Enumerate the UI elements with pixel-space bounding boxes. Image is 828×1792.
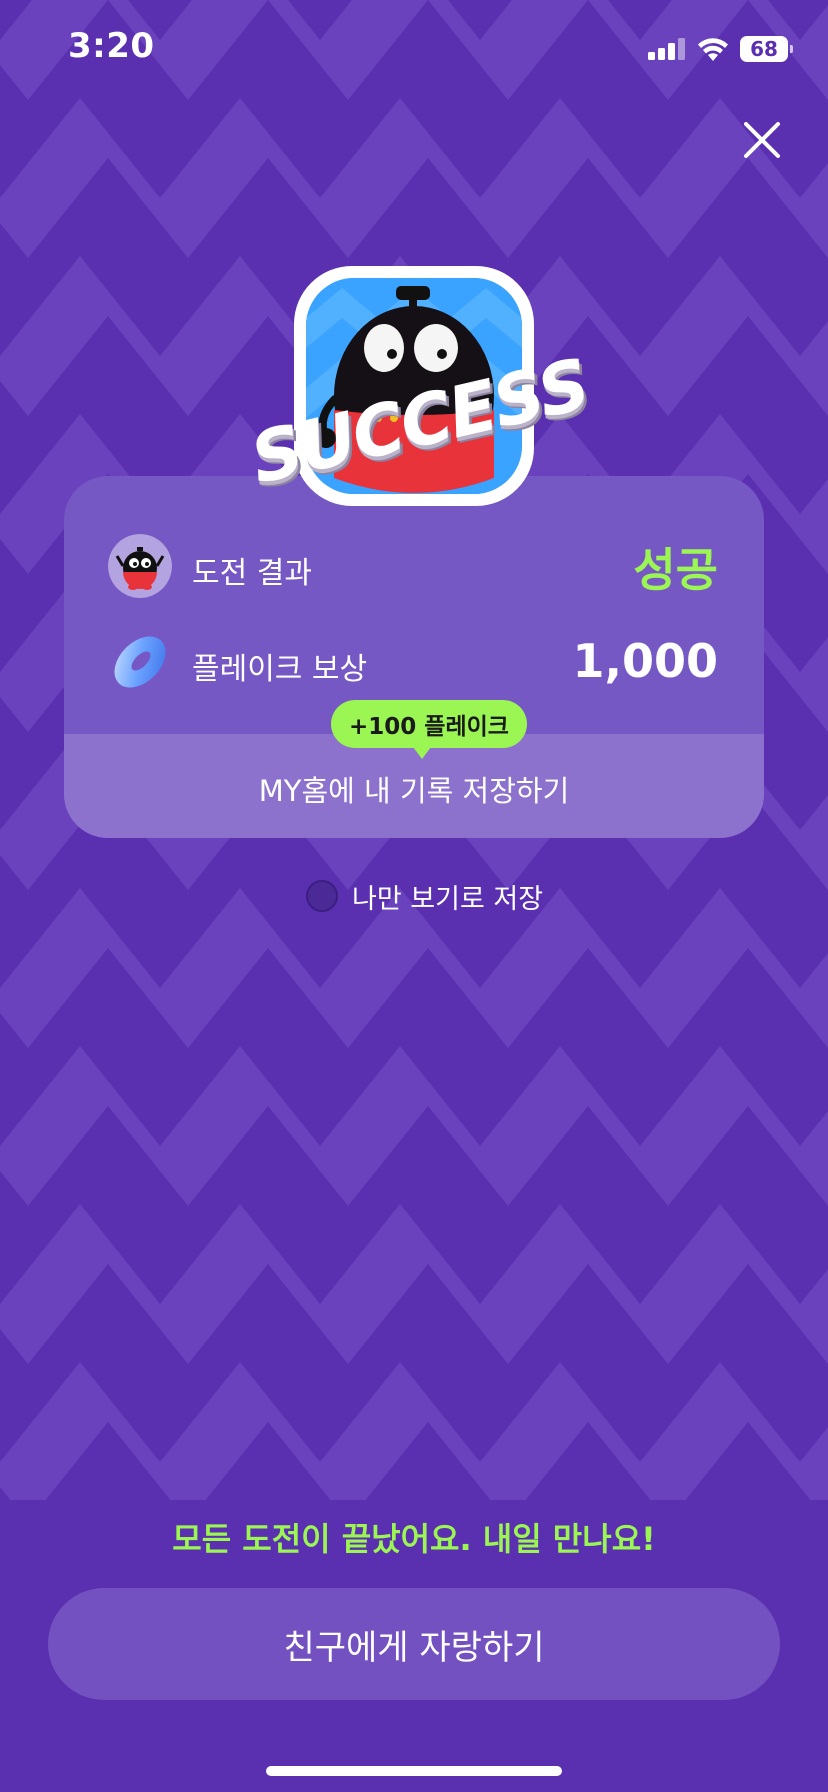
farewell-message: 모든 도전이 끝났어요. 내일 만나요!: [172, 1520, 656, 1558]
signal-icon: [648, 38, 685, 60]
private-save-label: 나만 보기로 저장: [352, 883, 544, 915]
flake-ring-icon: [114, 636, 166, 688]
home-indicator: [266, 1766, 562, 1776]
close-button[interactable]: [740, 118, 784, 162]
status-icons: 68: [648, 34, 793, 64]
battery-level: 68: [750, 37, 778, 61]
close-icon: [744, 122, 780, 158]
status-time: 3:20: [68, 26, 155, 66]
battery-icon: 68: [740, 36, 793, 62]
save-record-button[interactable]: MY홈에 내 기록 저장하기: [64, 768, 764, 810]
private-radio[interactable]: [306, 880, 338, 912]
share-to-friends-button[interactable]: 친구에게 자랑하기: [48, 1588, 780, 1700]
character-avatar: [108, 534, 172, 598]
bonus-tooltip: +100 플레이크: [331, 700, 527, 759]
wifi-icon: [698, 38, 728, 61]
challenge-result-label: 도전 결과: [192, 556, 312, 591]
reward-value: 1,000: [572, 634, 718, 688]
private-save-toggle[interactable]: 나만 보기로 저장: [306, 878, 544, 915]
reward-label: 플레이크 보상: [192, 652, 368, 687]
challenge-result-value: 성공: [633, 543, 718, 597]
